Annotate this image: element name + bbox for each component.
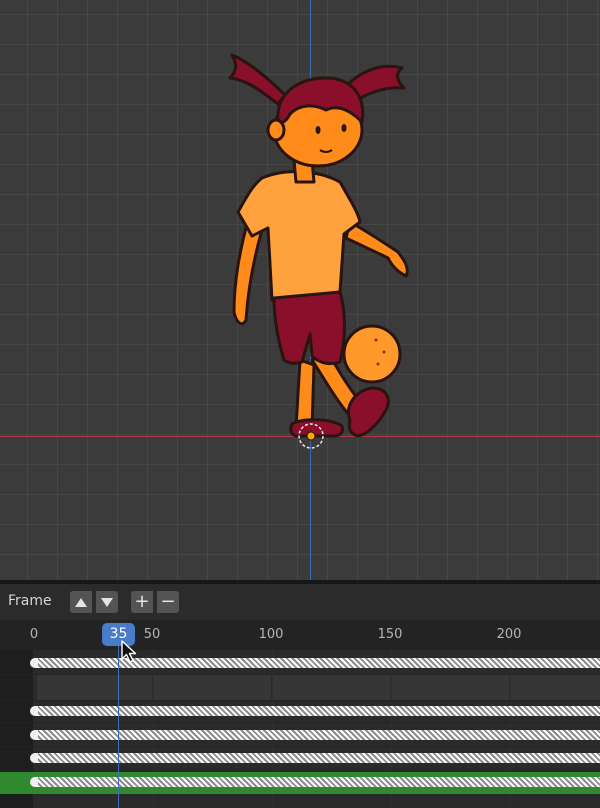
eye-left [315,126,321,134]
plus-icon: + [134,591,150,612]
frame-down-button[interactable] [96,591,118,613]
frame-ruler[interactable]: 0 50 100 150 200 [0,620,600,650]
row-separator [0,722,600,723]
remove-keyframe-button[interactable]: − [157,591,179,613]
canvas-viewport[interactable] [0,0,600,580]
back-shoe [289,418,344,438]
row-separator [0,700,600,701]
playhead-line[interactable] [118,646,119,808]
row-separator [0,746,600,747]
frame-up-button[interactable] [70,591,92,613]
strip-start-icon [30,777,38,787]
soccer-ball [342,324,402,384]
ruler-tick-label: 200 [496,627,522,642]
row-separator [0,674,600,675]
back-leg [294,358,316,430]
front-shoe [347,386,390,438]
add-keyframe-button[interactable]: + [131,591,153,613]
strip-start-icon [30,730,38,740]
triangle-down-icon [101,597,113,607]
row-separator [0,770,600,771]
triangle-up-icon [75,597,87,607]
left-arm [232,218,264,326]
strip-start-icon [30,706,38,716]
strip-start-icon [30,658,38,668]
ruler-tick-label: 100 [258,627,284,642]
ruler-tick-label: 50 [143,627,161,642]
minus-icon: − [160,591,176,612]
left-pigtail [228,53,287,106]
mouse-cursor-icon [121,640,137,663]
ruler-tick-label: 0 [29,627,39,642]
empty-track-row [37,674,600,700]
character-drawing[interactable] [0,0,600,580]
shorts [272,290,346,366]
right-arm [344,220,409,278]
ruler-tick-label: 150 [377,627,403,642]
eye-right [341,124,347,132]
frame-label: Frame [8,593,52,609]
strip-start-icon [30,753,38,763]
timeline-header: Frame + − [0,584,600,620]
